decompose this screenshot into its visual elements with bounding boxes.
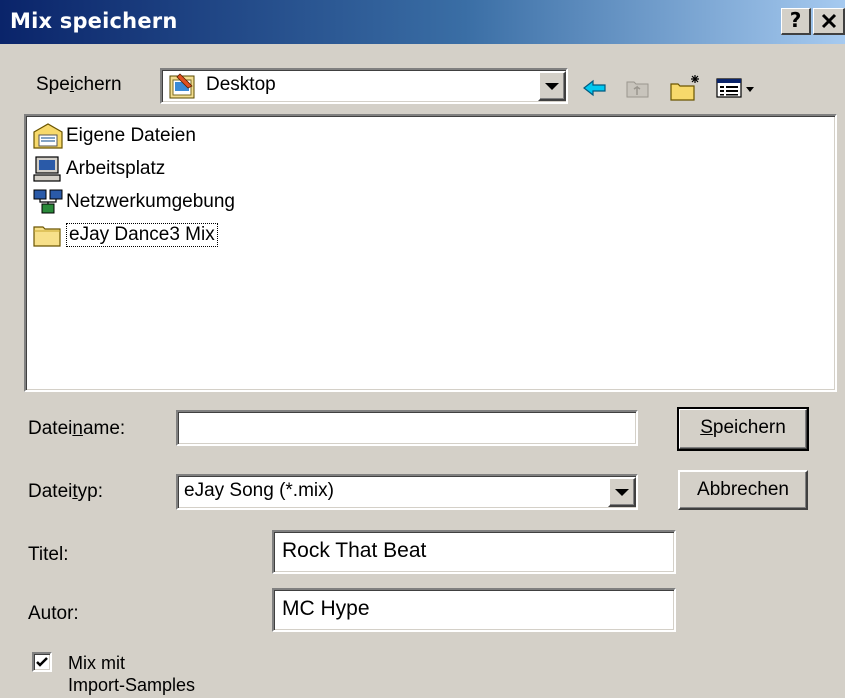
new-folder-button[interactable] [664, 72, 706, 104]
filetype-dropdown[interactable]: eJay Song (*.mix) [176, 474, 638, 510]
file-name: Arbeitsplatz [66, 158, 166, 179]
file-name: Eigene Dateien [66, 125, 196, 146]
title-field-label: Titel: [28, 544, 69, 565]
title-bar[interactable]: Mix speichern ? [0, 0, 845, 44]
list-item[interactable]: Arbeitsplatz [32, 153, 165, 185]
title-input[interactable]: Rock That Beat [272, 530, 676, 574]
up-folder-button [618, 72, 658, 104]
back-icon [583, 79, 606, 97]
back-button[interactable] [578, 72, 612, 104]
location-value: Desktop [206, 74, 276, 95]
location-dropdown[interactable]: Desktop [160, 68, 568, 104]
network-icon [33, 189, 63, 214]
filetype-dropdown-arrow[interactable] [608, 477, 636, 507]
file-name: Netzwerkumgebung [66, 191, 235, 212]
view-menu-button[interactable] [712, 72, 764, 104]
up-folder-icon [626, 81, 649, 98]
my-computer-icon [33, 156, 61, 182]
file-list[interactable]: Eigene Dateien Arbeitsplatz Netzwerkumge… [24, 114, 837, 392]
close-icon [821, 13, 836, 29]
filename-input[interactable] [176, 410, 638, 446]
save-button[interactable]: Speichern [677, 407, 809, 451]
file-name: eJay Dance3 Mix [66, 223, 218, 247]
window-title: Mix speichern [10, 9, 178, 33]
folder-icon [33, 226, 61, 247]
import-samples-label: Mix mit Import-Samples [68, 653, 196, 695]
close-button[interactable] [813, 8, 845, 35]
list-item[interactable]: eJay Dance3 Mix [32, 219, 218, 251]
location-label: Speichern [36, 74, 122, 95]
filename-label: Dateiname: [28, 418, 126, 439]
new-folder-icon [670, 75, 699, 101]
desktop-icon [169, 73, 195, 99]
author-field-label: Autor: [28, 603, 79, 624]
filetype-value: eJay Song (*.mix) [184, 480, 334, 501]
checkmark-icon [36, 657, 48, 667]
list-item[interactable]: Eigene Dateien [32, 120, 196, 152]
location-dropdown-arrow[interactable] [538, 71, 566, 101]
my-documents-icon [33, 123, 63, 149]
cancel-button[interactable]: Abbrechen [678, 470, 808, 510]
filetype-label: Dateityp: [28, 481, 103, 502]
view-menu-icon [716, 78, 754, 98]
list-item[interactable]: Netzwerkumgebung [32, 186, 235, 218]
import-samples-checkbox[interactable] [32, 652, 52, 672]
author-input[interactable]: MC Hype [272, 588, 676, 632]
help-button[interactable]: ? [781, 8, 811, 35]
